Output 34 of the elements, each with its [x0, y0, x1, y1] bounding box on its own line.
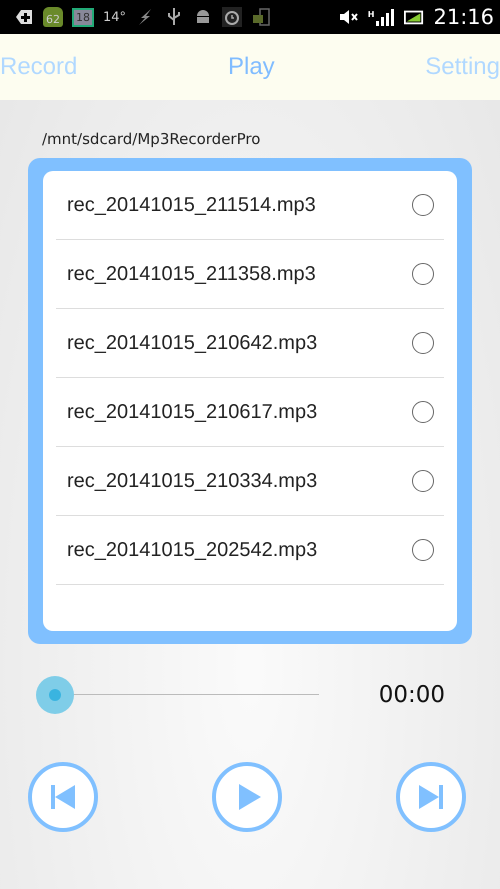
- radio-button[interactable]: [412, 263, 434, 285]
- elapsed-time: 00:00: [378, 682, 445, 708]
- folder-path: /mnt/sdcard/Mp3RecorderPro: [42, 130, 262, 150]
- radio-button[interactable]: [412, 470, 434, 492]
- radio-button[interactable]: [412, 194, 434, 216]
- network-type: H: [368, 10, 374, 19]
- file-name: rec_20141015_211514.mp3: [67, 194, 316, 216]
- file-name: rec_20141015_202542.mp3: [67, 538, 318, 562]
- skip-forward-icon: [419, 785, 443, 809]
- device-icon: [251, 7, 272, 27]
- alarm-clock-icon: [222, 7, 242, 27]
- radio-button[interactable]: [412, 539, 434, 561]
- calendar-date: 18: [72, 8, 94, 26]
- file-row[interactable]: rec_20141015_202542.mp3: [56, 516, 444, 585]
- file-row[interactable]: rec_20141015_210617.mp3: [56, 378, 444, 447]
- seek-thumb[interactable]: [36, 676, 74, 714]
- signal-icon: [375, 7, 396, 27]
- plus-tag-icon: [14, 7, 34, 27]
- file-name: rec_20141015_211358.mp3: [67, 262, 316, 286]
- file-row[interactable]: rec_20141015_211358.mp3: [56, 240, 444, 309]
- android-badge: 62: [43, 7, 63, 27]
- radio-button[interactable]: [412, 401, 434, 423]
- file-row[interactable]: rec_20141015_210334.mp3: [56, 447, 444, 516]
- play-icon: [239, 784, 261, 810]
- file-row[interactable]: rec_20141015_211514.mp3: [56, 171, 444, 240]
- skip-back-icon: [51, 785, 75, 809]
- radio-button[interactable]: [412, 332, 434, 354]
- file-name: rec_20141015_210334.mp3: [67, 470, 318, 492]
- file-row[interactable]: rec_20141015_210642.mp3: [56, 309, 444, 378]
- mute-icon: [338, 7, 359, 27]
- temperature: 14°: [103, 10, 126, 24]
- clock: 21:16: [433, 5, 494, 29]
- file-name: rec_20141015_210617.mp3: [67, 400, 318, 424]
- file-name: rec_20141015_210642.mp3: [67, 332, 318, 354]
